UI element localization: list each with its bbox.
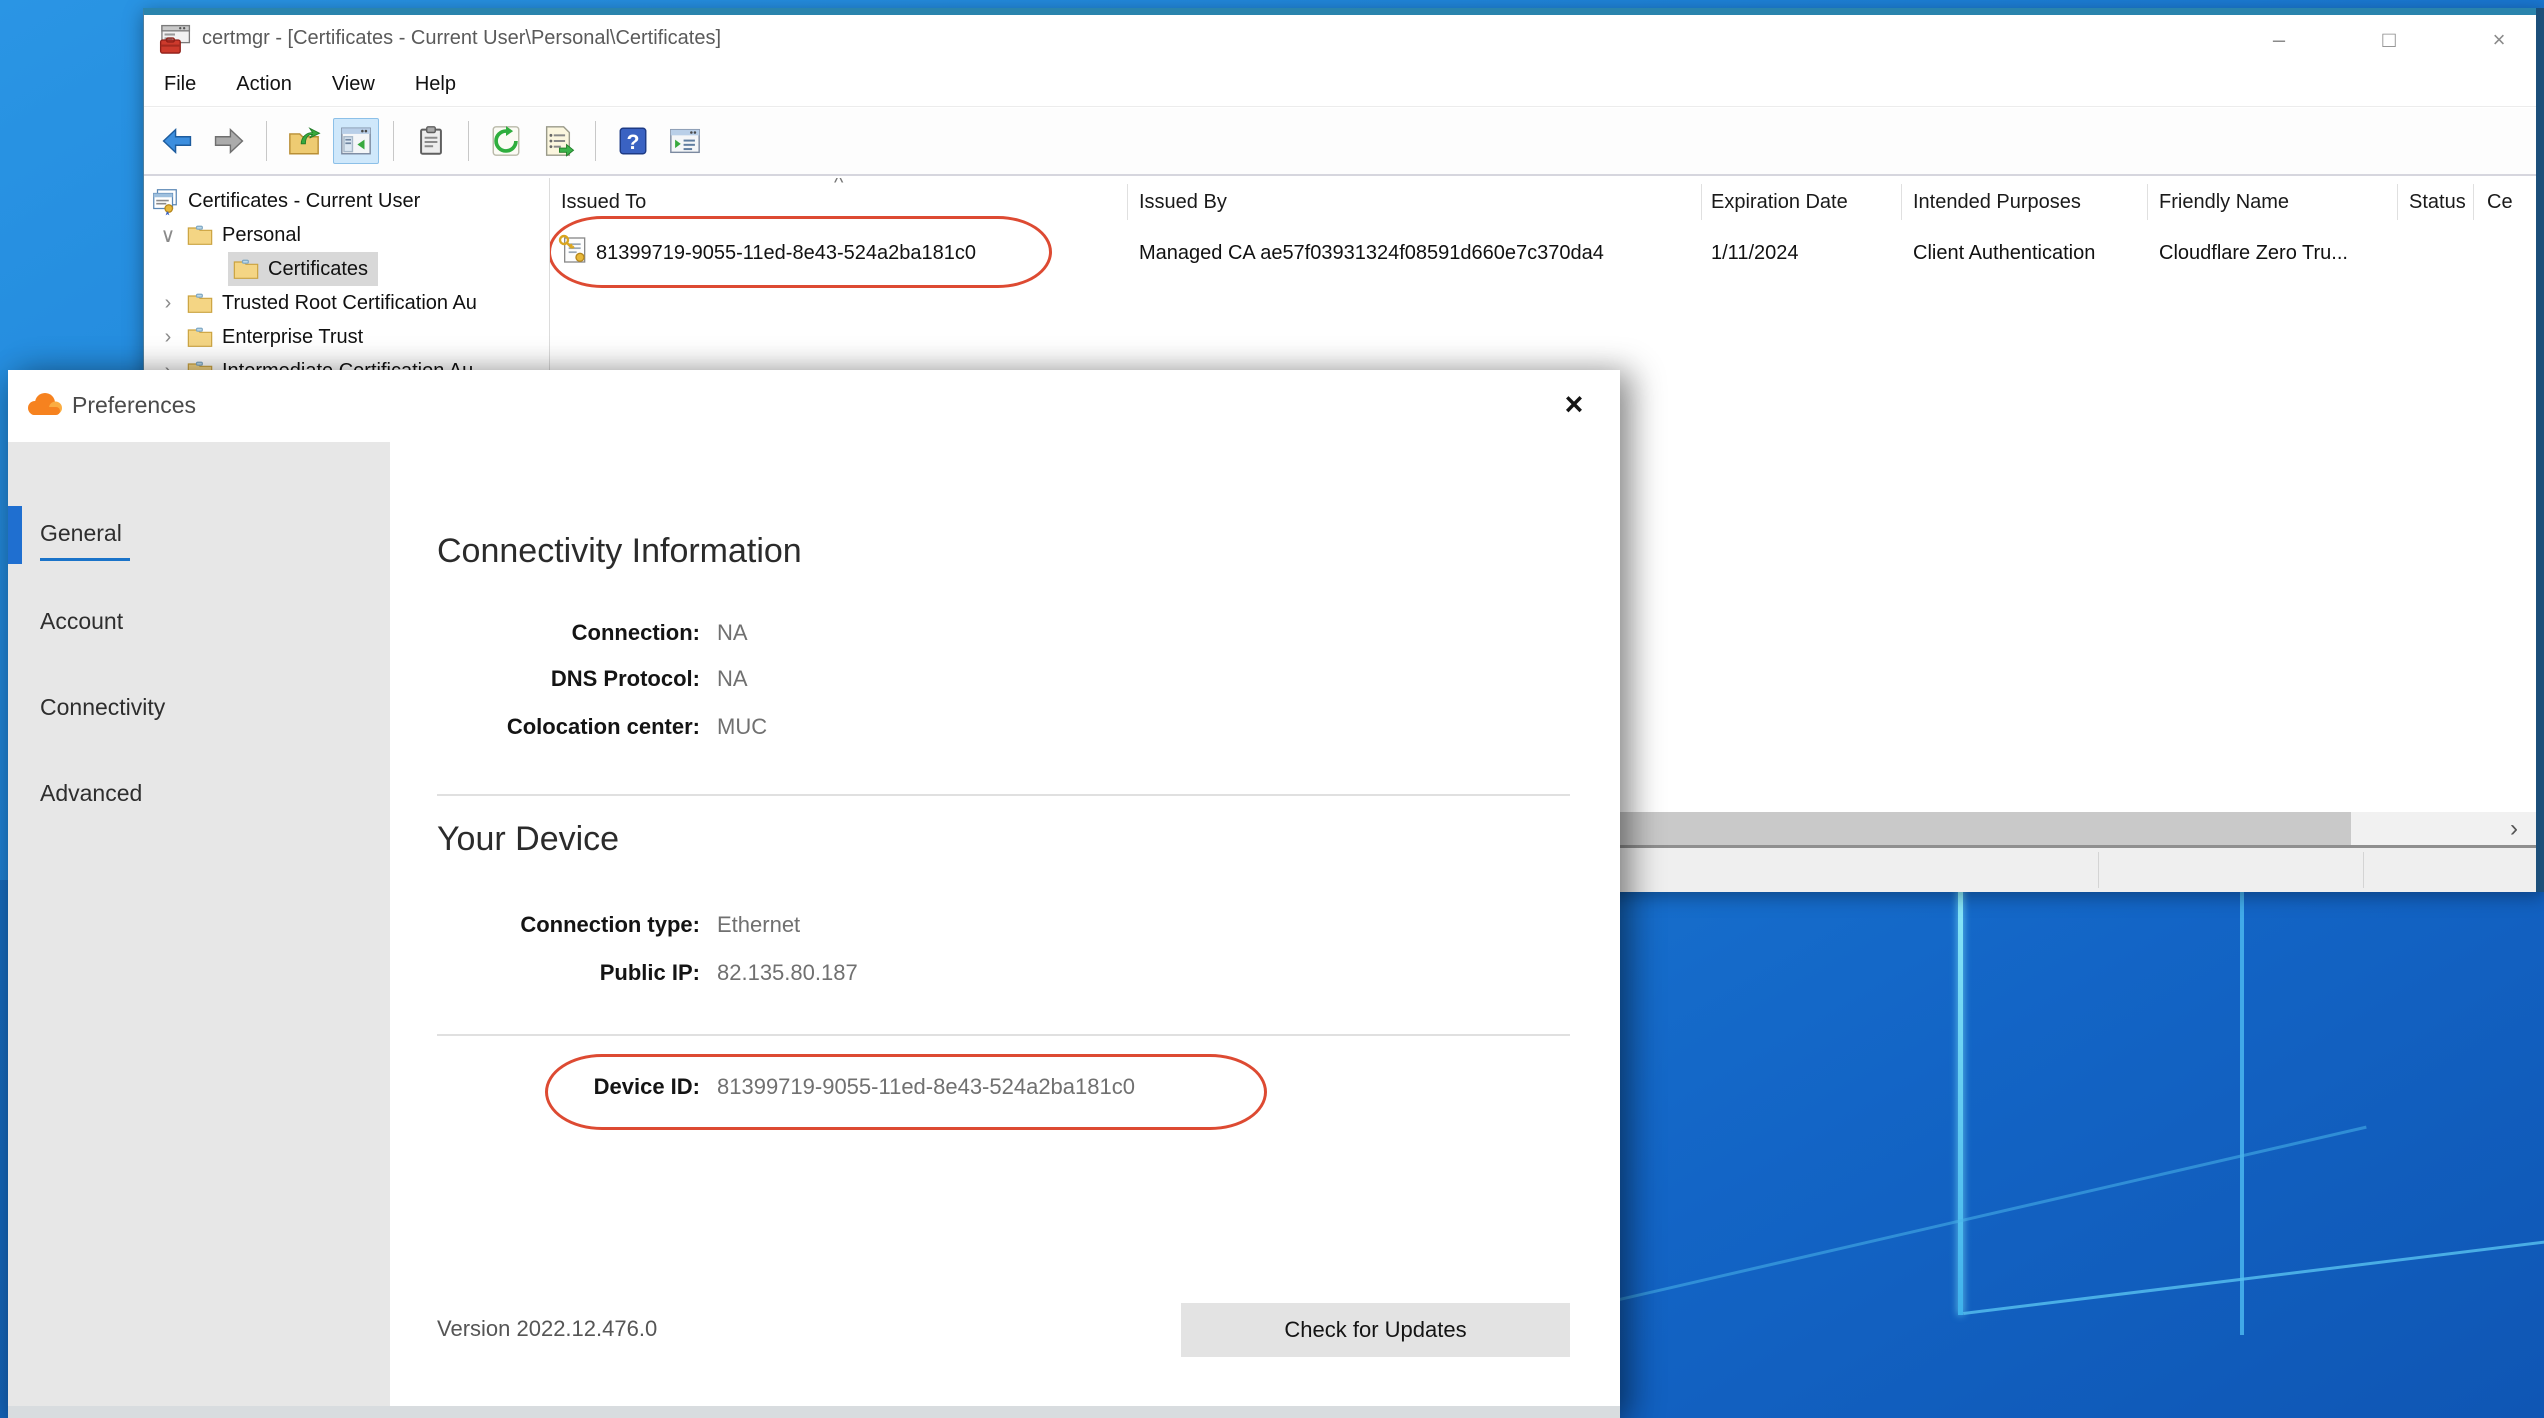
- cell-friendly-name[interactable]: Cloudflare Zero Tru...: [2159, 242, 2348, 265]
- folder-up-icon[interactable]: [281, 118, 327, 164]
- active-tab-underline: [40, 558, 130, 561]
- close-button[interactable]: ×: [2466, 21, 2532, 59]
- column-friendly-name[interactable]: Friendly Name: [2159, 191, 2289, 214]
- label-connection: Connection:: [400, 620, 700, 646]
- certmgr-titlebar[interactable]: certmgr - [Certificates - Current User\P…: [144, 15, 2544, 63]
- label-colocation-center: Colocation center:: [400, 714, 700, 740]
- column-divider[interactable]: [1901, 184, 1902, 220]
- minimize-button[interactable]: –: [2246, 21, 2312, 59]
- value-connection: NA: [717, 620, 748, 646]
- version-text: Version 2022.12.476.0: [437, 1316, 657, 1342]
- column-expiration-date[interactable]: Expiration Date: [1711, 191, 1848, 214]
- statusbar-pane-divider: [2098, 852, 2099, 888]
- tree-item-personal[interactable]: ∨ Personal: [158, 218, 301, 252]
- clipboard-icon[interactable]: [408, 118, 454, 164]
- menu-view[interactable]: View: [332, 73, 375, 96]
- column-intended-purposes[interactable]: Intended Purposes: [1913, 191, 2081, 214]
- folder-icon: [186, 289, 214, 317]
- certmgr-app-icon: [158, 23, 192, 57]
- help-icon[interactable]: ?: [610, 118, 656, 164]
- tree-item-label: Certificates: [268, 258, 368, 281]
- active-tab-indicator: [8, 506, 22, 564]
- console-window-icon[interactable]: [662, 118, 708, 164]
- back-icon[interactable]: [154, 118, 200, 164]
- tree-root-certificates-current-user[interactable]: Certificates - Current User: [150, 184, 420, 218]
- column-divider[interactable]: [2147, 184, 2148, 220]
- tree-item-enterprise-trust[interactable]: › Enterprise Trust: [158, 320, 363, 354]
- column-divider[interactable]: [2473, 184, 2474, 220]
- toolbar-separator: [468, 121, 469, 161]
- tab-general[interactable]: General: [40, 520, 122, 547]
- console-tree-icon[interactable]: [333, 118, 379, 164]
- cell-expiration-date[interactable]: 1/11/2024: [1711, 242, 1799, 265]
- value-connection-type: Ethernet: [717, 912, 800, 938]
- section-divider: [437, 1034, 1570, 1036]
- tree-item-trusted-root[interactable]: › Trusted Root Certification Au: [158, 286, 548, 320]
- scroll-right-arrow-icon[interactable]: ›: [2492, 812, 2536, 845]
- cell-issued-by[interactable]: Managed CA ae57f03931324f08591d660e7c370…: [1139, 242, 1604, 265]
- value-dns-protocol: NA: [717, 666, 748, 692]
- preferences-sidebar: General Account Connectivity Advanced: [8, 442, 390, 1418]
- window-bottom-edge: [8, 1406, 1620, 1418]
- cell-intended-purposes[interactable]: Client Authentication: [1913, 242, 2095, 265]
- menu-file[interactable]: File: [164, 73, 196, 96]
- tree-item-label: Enterprise Trust: [222, 326, 363, 349]
- folder-icon: [186, 323, 214, 351]
- column-divider[interactable]: [2397, 184, 2398, 220]
- label-public-ip: Public IP:: [400, 960, 700, 986]
- menu-action[interactable]: Action: [236, 73, 292, 96]
- tree-item-label: Personal: [222, 224, 301, 247]
- annotation-ellipse-issued-to: [550, 216, 1052, 288]
- section-divider: [437, 794, 1570, 796]
- chevron-down-icon[interactable]: ∨: [158, 223, 178, 248]
- screen: certmgr - [Certificates - Current User\P…: [0, 0, 2544, 1418]
- svg-text:?: ?: [627, 130, 640, 154]
- toolbar-separator: [393, 121, 394, 161]
- column-certificate[interactable]: Ce: [2487, 191, 2513, 214]
- annotation-ellipse-device-id: [545, 1054, 1267, 1130]
- statusbar-pane-divider: [2363, 852, 2364, 888]
- preferences-content: Connectivity Information Connection: NA …: [390, 442, 1620, 1418]
- menu-help[interactable]: Help: [415, 73, 456, 96]
- label-dns-protocol: DNS Protocol:: [400, 666, 700, 692]
- column-divider[interactable]: [1701, 184, 1702, 220]
- check-for-updates-button[interactable]: Check for Updates: [1181, 1303, 1570, 1357]
- toolbar: ?: [144, 108, 2544, 176]
- column-divider[interactable]: [1127, 184, 1128, 220]
- export-list-icon[interactable]: [535, 118, 581, 164]
- chevron-right-icon[interactable]: ›: [158, 292, 178, 315]
- section-heading-your-device: Your Device: [437, 820, 619, 859]
- section-heading-connectivity: Connectivity Information: [437, 532, 802, 571]
- toolbar-separator: [266, 121, 267, 161]
- toolbar-separator: [595, 121, 596, 161]
- menu-bar: File Action View Help: [144, 63, 2544, 107]
- label-connection-type: Connection type:: [400, 912, 700, 938]
- tree-item-certificates[interactable]: Certificates: [228, 252, 378, 286]
- value-colocation-center: MUC: [717, 714, 767, 740]
- column-issued-by[interactable]: Issued By: [1139, 191, 1227, 214]
- column-status[interactable]: Status: [2409, 191, 2466, 214]
- tree-root-label: Certificates - Current User: [188, 190, 420, 213]
- forward-icon[interactable]: [206, 118, 252, 164]
- certificates-store-icon: [150, 186, 180, 216]
- tab-advanced[interactable]: Advanced: [40, 780, 142, 807]
- refresh-icon[interactable]: [483, 118, 529, 164]
- preferences-window: Preferences × General Account Connectivi…: [8, 370, 1620, 1418]
- folder-icon: [186, 221, 214, 249]
- maximize-button[interactable]: □: [2356, 21, 2422, 59]
- tree-item-label: Trusted Root Certification Au: [222, 292, 477, 315]
- screen-edge-border: [2536, 8, 2544, 892]
- tab-account[interactable]: Account: [40, 608, 123, 635]
- sort-ascending-icon: ^: [834, 178, 843, 195]
- value-public-ip: 82.135.80.187: [717, 960, 858, 986]
- tree-selected-highlight: Certificates: [228, 252, 378, 286]
- preferences-title: Preferences: [72, 392, 196, 419]
- cloudflare-logo-icon: [24, 390, 66, 418]
- folder-icon: [232, 255, 260, 283]
- column-issued-to[interactable]: Issued To: [561, 191, 646, 214]
- window-title: certmgr - [Certificates - Current User\P…: [202, 27, 721, 50]
- chevron-right-icon[interactable]: ›: [158, 326, 178, 349]
- tab-connectivity[interactable]: Connectivity: [40, 694, 165, 721]
- close-icon[interactable]: ×: [1552, 382, 1596, 426]
